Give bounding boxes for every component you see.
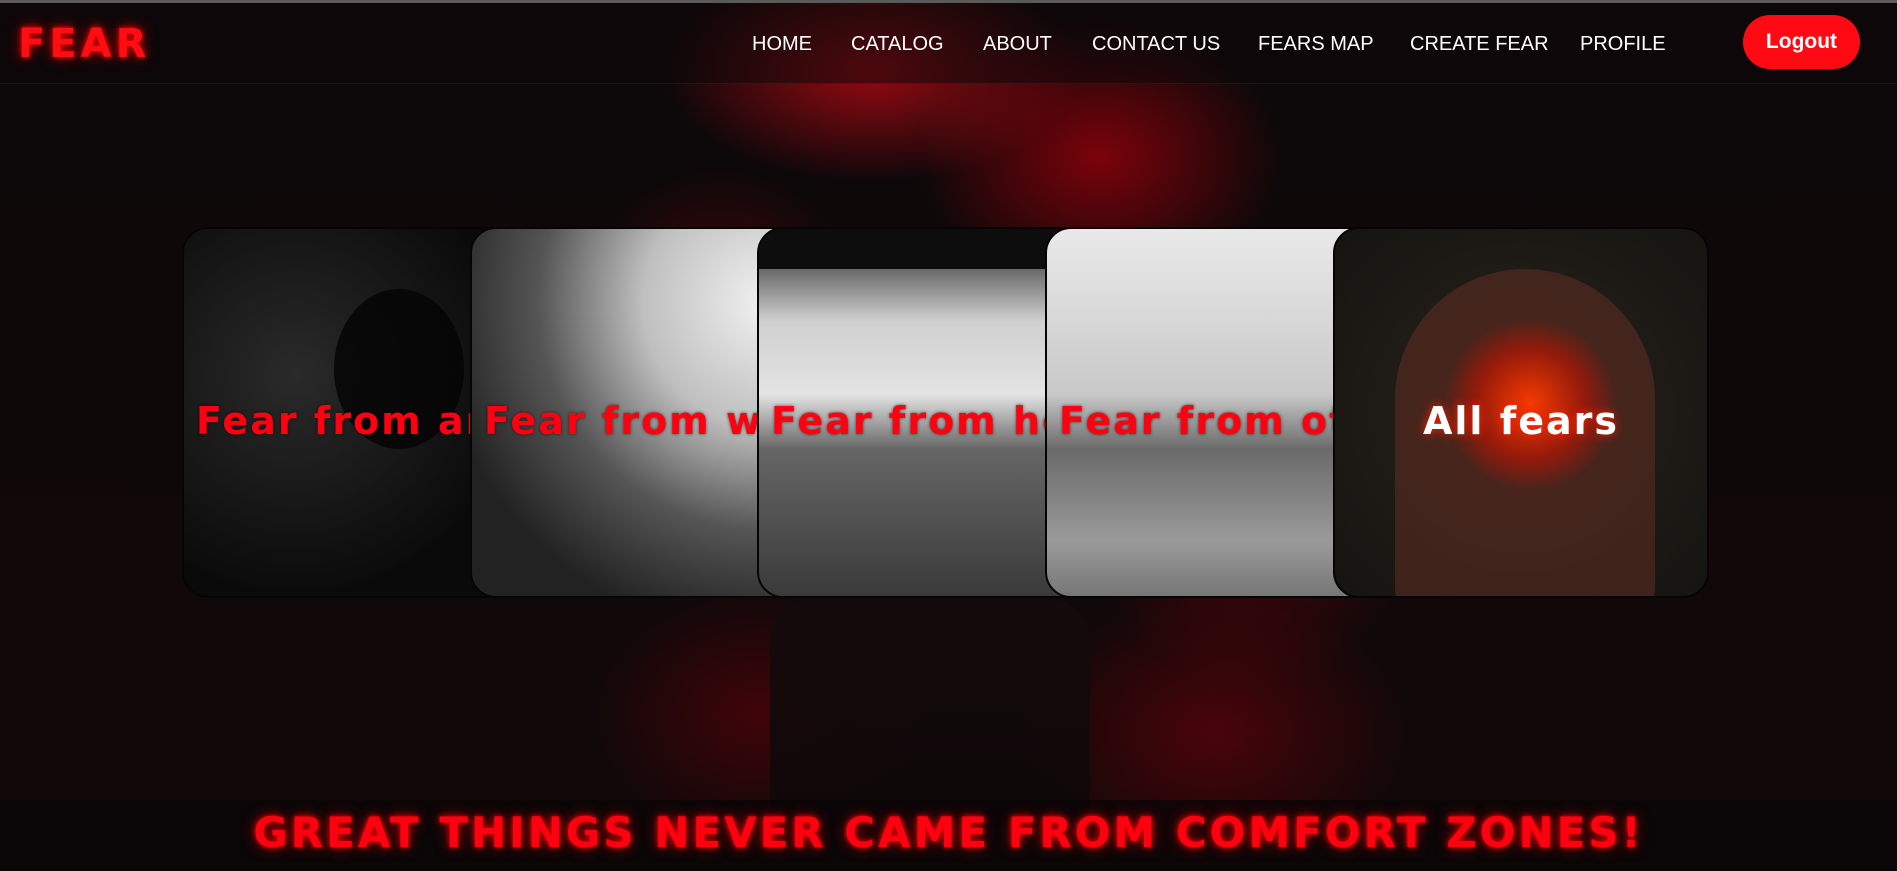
card-label: Fear from wa [484, 399, 791, 443]
navbar: FEAR HOME CATALOG ABOUT CONTACT US FEARS… [0, 3, 1897, 84]
footer: GREAT THINGS NEVER CAME FROM COMFORT ZON… [0, 800, 1897, 871]
main-nav: HOME CATALOG ABOUT CONTACT US FEARS MAP … [0, 33, 1897, 63]
card-label: Fear from hei [771, 399, 1085, 443]
nav-about[interactable]: ABOUT [983, 33, 1052, 56]
card-label: Fear from ani [196, 399, 510, 443]
nav-profile[interactable]: PROFILE [1580, 33, 1666, 56]
nav-contact-us[interactable]: CONTACT US [1092, 33, 1220, 56]
card-label: Fear from oth [1059, 399, 1379, 443]
nav-catalog[interactable]: CATALOG [851, 33, 944, 56]
card-label: All fears [1423, 399, 1619, 443]
card-all-fears[interactable]: All fears [1333, 227, 1709, 598]
nav-home[interactable]: HOME [752, 33, 812, 56]
background-figure [770, 600, 1090, 830]
logout-button[interactable]: Logout [1743, 15, 1860, 69]
nav-fears-map[interactable]: FEARS MAP [1258, 33, 1374, 56]
footer-motto: GREAT THINGS NEVER CAME FROM COMFORT ZON… [253, 808, 1644, 857]
nav-create-fear[interactable]: CREATE FEAR [1410, 33, 1549, 56]
